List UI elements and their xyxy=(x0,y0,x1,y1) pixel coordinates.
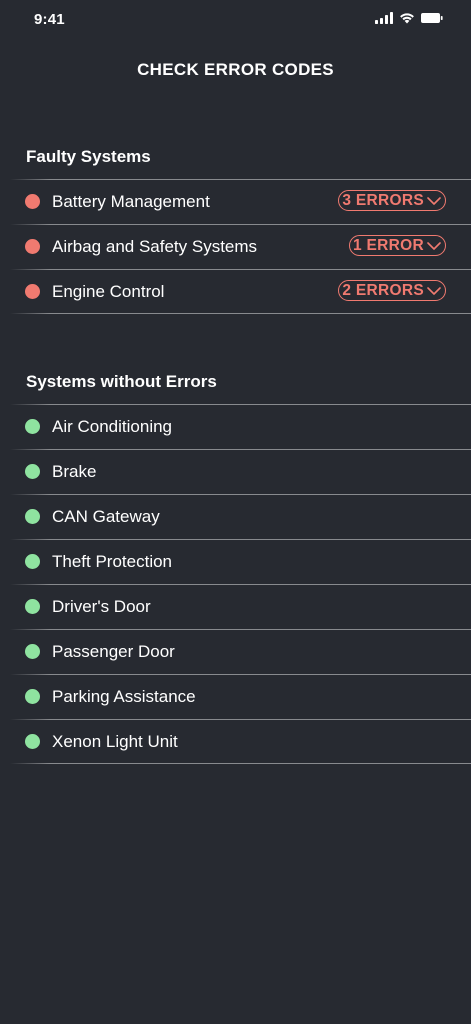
list-item-label: Theft Protection xyxy=(52,552,173,571)
list-item-label: Air Conditioning xyxy=(52,417,173,436)
list-item-label: Driver's Door xyxy=(52,597,151,616)
error-count-badge[interactable]: 3 ERRORS xyxy=(338,190,446,211)
list-item-theft-protection[interactable]: Theft Protection xyxy=(0,539,471,584)
list-item-label: Airbag and Safety Systems xyxy=(52,237,258,256)
error-status-dot xyxy=(25,239,40,254)
list-item-airbag-safety[interactable]: Airbag and Safety Systems 1 ERROR xyxy=(0,224,471,269)
error-count-label: 3 ERRORS xyxy=(342,191,424,209)
ok-status-dot xyxy=(25,554,40,569)
list-item-label: Engine Control xyxy=(52,282,165,301)
error-count-label: 1 ERROR xyxy=(352,236,424,254)
list-item-label: Brake xyxy=(52,462,97,481)
error-count-label: 2 ERRORS xyxy=(342,281,424,299)
error-count-badge[interactable]: 1 ERROR xyxy=(348,235,446,256)
ok-status-dot xyxy=(25,509,40,524)
list-item-engine-control[interactable]: Engine Control 2 ERRORS xyxy=(0,269,471,314)
battery-icon xyxy=(421,11,443,29)
error-count-badge[interactable]: 2 ERRORS xyxy=(338,280,446,301)
status-icons xyxy=(375,11,443,29)
ok-status-dot xyxy=(25,419,40,434)
list-item-drivers-door[interactable]: Driver's Door xyxy=(0,584,471,629)
signal-icon xyxy=(375,11,393,29)
status-time: 9:41 xyxy=(34,11,65,28)
faulty-systems-title: Faulty Systems xyxy=(26,147,151,166)
list-item-air-conditioning[interactable]: Air Conditioning xyxy=(0,404,471,449)
list-item-label: CAN Gateway xyxy=(52,507,160,526)
ok-status-dot xyxy=(25,599,40,614)
status-bar: 9:41 xyxy=(0,0,471,44)
ok-status-dot xyxy=(25,734,40,749)
error-status-dot xyxy=(25,284,40,299)
ok-status-dot xyxy=(25,689,40,704)
list-item-passenger-door[interactable]: Passenger Door xyxy=(0,629,471,674)
chevron-down-icon xyxy=(427,241,441,250)
error-status-dot xyxy=(25,194,40,209)
ok-status-dot xyxy=(25,644,40,659)
list-item-parking-assistance[interactable]: Parking Assistance xyxy=(0,674,471,719)
list-item-battery-management[interactable]: Battery Management 3 ERRORS xyxy=(0,179,471,224)
list-item-label: Xenon Light Unit xyxy=(52,732,178,751)
list-item-label: Passenger Door xyxy=(52,642,175,661)
list-item-xenon-light-unit[interactable]: Xenon Light Unit xyxy=(0,719,471,764)
chevron-down-icon xyxy=(427,196,441,205)
list-item-can-gateway[interactable]: CAN Gateway xyxy=(0,494,471,539)
page-title: CHECK ERROR CODES xyxy=(137,60,334,79)
wifi-icon xyxy=(399,11,415,29)
list-item-brake[interactable]: Brake xyxy=(0,449,471,494)
ok-systems-title: Systems without Errors xyxy=(26,372,217,391)
faulty-systems-list: Battery Management 3 ERRORS Airbag and S… xyxy=(0,179,471,314)
ok-systems-list: Air Conditioning Brake CAN Gateway Theft… xyxy=(0,404,471,764)
list-item-label: Parking Assistance xyxy=(52,687,196,706)
ok-status-dot xyxy=(25,464,40,479)
chevron-down-icon xyxy=(427,286,441,295)
list-item-label: Battery Management xyxy=(52,192,210,211)
